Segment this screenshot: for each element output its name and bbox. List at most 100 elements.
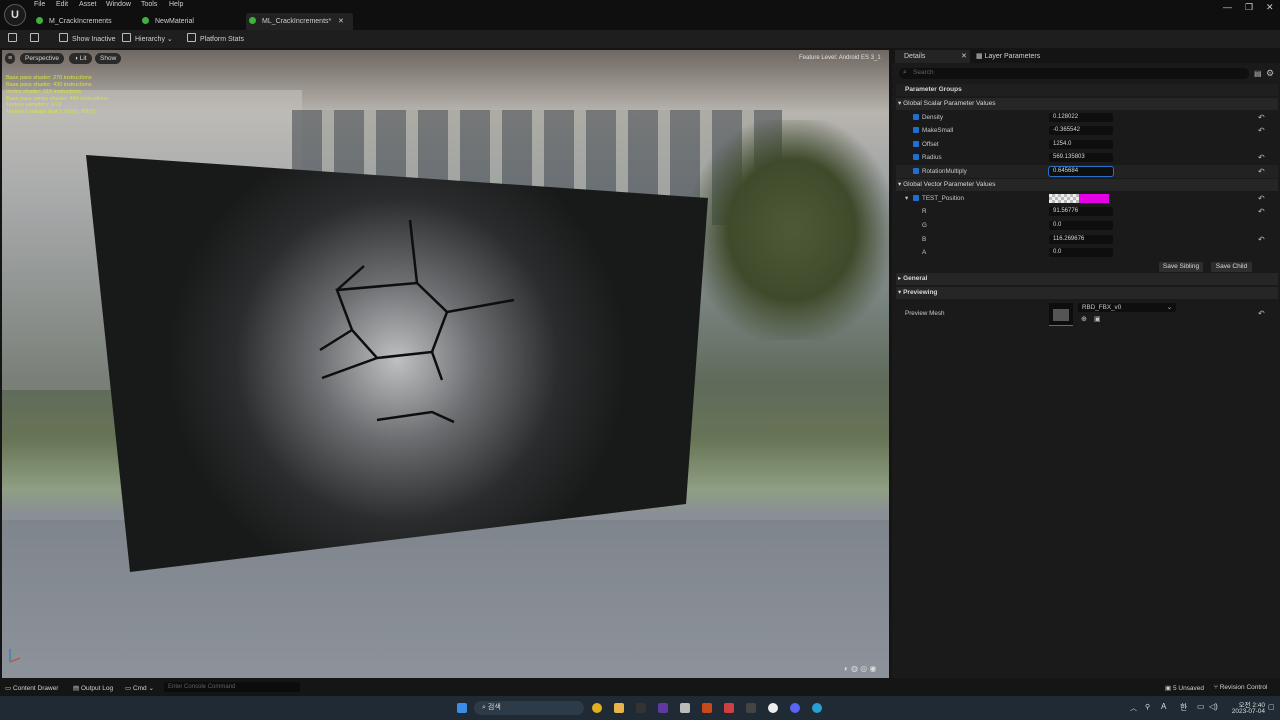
tray-icon[interactable]: ⚲: [1145, 703, 1150, 711]
output-log-button[interactable]: ▤ Output Log: [73, 684, 113, 692]
previewing-section-header[interactable]: ▾ Previewing: [896, 287, 1278, 299]
param-row-density: Density 0.128022 ↶: [896, 111, 1278, 124]
param-name: Density: [922, 114, 943, 121]
unreal-logo-icon[interactable]: U: [4, 4, 26, 26]
chrome-icon[interactable]: [592, 703, 602, 713]
reset-arrow-icon[interactable]: ↶: [1258, 192, 1265, 205]
lit-button[interactable]: ◑ Lit: [69, 53, 92, 64]
scalar-section-header[interactable]: ▾ Global Scalar Parameter Values: [896, 98, 1278, 110]
reset-arrow-icon[interactable]: ↶: [1258, 111, 1265, 124]
viewport[interactable]: ≡ Perspective ◑ Lit Show Base pass shade…: [2, 50, 889, 678]
unreal-taskbar-icon[interactable]: [768, 703, 778, 713]
unsaved-button[interactable]: ▣ 5 Unsaved: [1165, 684, 1204, 692]
hierarchy-button[interactable]: Hierarchy ⌄: [122, 33, 173, 43]
tab-layer-parameters[interactable]: ▦ Layer Parameters: [976, 50, 1040, 63]
save-child-button[interactable]: Save Child: [1211, 262, 1252, 272]
network-icon[interactable]: ▭: [1197, 702, 1205, 711]
tray-chevron-icon[interactable]: ︿: [1130, 703, 1137, 713]
param-value-input[interactable]: -0.365542: [1049, 126, 1113, 135]
tab-newmaterial[interactable]: NewMaterial: [142, 13, 242, 30]
param-value-input[interactable]: 569.135803: [1049, 153, 1113, 162]
show-button[interactable]: Show: [95, 53, 122, 64]
view-options-icon[interactable]: ▤: [1254, 69, 1262, 78]
preview-mesh-dropdown[interactable]: RBD_FBX_v0 ⌄: [1078, 303, 1176, 312]
app-icon[interactable]: [724, 703, 734, 713]
enable-checkbox[interactable]: [913, 195, 919, 201]
chevron-down-icon[interactable]: ▾: [905, 192, 908, 205]
app-icon[interactable]: [812, 703, 822, 713]
menu-asset[interactable]: Asset: [79, 1, 97, 8]
channel-value-input[interactable]: 116.269676: [1049, 235, 1113, 244]
show-inactive-button[interactable]: Show Inactive: [59, 33, 116, 43]
general-section-header[interactable]: ▸ General: [896, 273, 1278, 285]
app-icon[interactable]: [658, 703, 668, 713]
channel-value-input[interactable]: 0.0: [1049, 248, 1113, 257]
file-explorer-icon[interactable]: [614, 703, 624, 713]
enable-checkbox[interactable]: [913, 154, 919, 160]
stat-line: Base pass shader: 430 instructions: [6, 82, 92, 88]
reset-arrow-icon[interactable]: ↶: [1258, 165, 1265, 178]
app-icon[interactable]: [680, 703, 690, 713]
menu-edit[interactable]: Edit: [56, 1, 68, 8]
menu-tools[interactable]: Tools: [141, 1, 157, 8]
revision-control-button[interactable]: ⑂ Revision Control: [1214, 684, 1267, 691]
cmd-dropdown[interactable]: ▭ Cmd ⌄: [125, 684, 154, 692]
input-language[interactable]: A: [1161, 702, 1166, 711]
volume-icon[interactable]: ◁): [1209, 702, 1218, 711]
notification-icon[interactable]: ▢: [1268, 703, 1275, 711]
perspective-button[interactable]: Perspective: [20, 53, 64, 64]
use-selected-icon[interactable]: ⊕: [1081, 313, 1087, 326]
reset-arrow-icon[interactable]: ↶: [1258, 233, 1265, 246]
param-value-input[interactable]: 0.128022: [1049, 113, 1113, 122]
tab-ml-crackincrements[interactable]: ML_CrackIncrements* ✕: [246, 13, 353, 30]
close-details-icon[interactable]: ✕: [961, 50, 967, 63]
menu-file[interactable]: File: [34, 1, 45, 8]
enable-checkbox[interactable]: [913, 127, 919, 133]
reset-arrow-icon[interactable]: ↶: [1258, 124, 1265, 137]
app-icon[interactable]: [702, 703, 712, 713]
enable-checkbox[interactable]: [913, 114, 919, 120]
close-tab-icon[interactable]: ✕: [338, 13, 344, 30]
tab-details[interactable]: Details ✕: [895, 50, 970, 63]
menu-help[interactable]: Help: [169, 1, 183, 8]
maximize-icon[interactable]: ❐: [1245, 2, 1253, 13]
viewport-corner-icons[interactable]: ◐ ◍ ◎ ◉: [844, 664, 876, 673]
platform-stats-button[interactable]: Platform Stats: [187, 33, 244, 43]
color-swatch[interactable]: [1079, 194, 1109, 203]
color-alpha-swatch[interactable]: [1049, 194, 1079, 203]
param-value-input[interactable]: 0.645684: [1048, 166, 1114, 177]
mesh-thumbnail[interactable]: [1049, 303, 1073, 326]
close-window-icon[interactable]: ✕: [1266, 2, 1274, 13]
menu-window[interactable]: Window: [106, 1, 131, 8]
settings-gear-icon[interactable]: ⚙: [1266, 68, 1274, 79]
tab-m-crackincrements[interactable]: M_CrackIncrements: [36, 13, 136, 30]
app-icon[interactable]: [636, 703, 646, 713]
filter-icon: [59, 33, 68, 42]
browse-icon[interactable]: [30, 33, 43, 43]
reset-arrow-icon[interactable]: ↶: [1258, 307, 1265, 320]
save-sibling-button[interactable]: Save Sibling: [1159, 262, 1203, 272]
app-icon[interactable]: [746, 703, 756, 713]
param-value-input[interactable]: 1254.0: [1049, 140, 1113, 149]
channel-value-input[interactable]: 0.0: [1049, 221, 1113, 230]
content-drawer-button[interactable]: ▭ Content Drawer: [5, 684, 58, 692]
taskbar-search[interactable]: ⌕ 검색: [474, 701, 584, 715]
reset-arrow-icon[interactable]: ↶: [1258, 151, 1265, 164]
ime-indicator[interactable]: 한: [1180, 702, 1187, 713]
save-icon[interactable]: [8, 33, 21, 43]
search-input[interactable]: ⌕ Search: [899, 68, 1249, 79]
minimize-icon[interactable]: —: [1223, 2, 1232, 12]
enable-checkbox[interactable]: [913, 141, 919, 147]
enable-checkbox[interactable]: [913, 168, 919, 174]
discord-icon[interactable]: [790, 703, 800, 713]
start-icon[interactable]: [457, 703, 467, 713]
viewport-menu-icon[interactable]: ≡: [5, 53, 15, 64]
material-icon: [249, 17, 256, 24]
general-label: General: [903, 275, 928, 282]
channel-value-input[interactable]: 91.56776: [1049, 207, 1113, 216]
browse-folder-icon[interactable]: ▣: [1094, 313, 1101, 326]
reset-arrow-icon[interactable]: ↶: [1258, 205, 1265, 218]
vector-section-header[interactable]: ▾ Global Vector Parameter Values: [896, 179, 1278, 191]
clock-date[interactable]: 2023-07-04: [1227, 708, 1265, 715]
console-input[interactable]: Enter Console Command: [164, 682, 300, 692]
